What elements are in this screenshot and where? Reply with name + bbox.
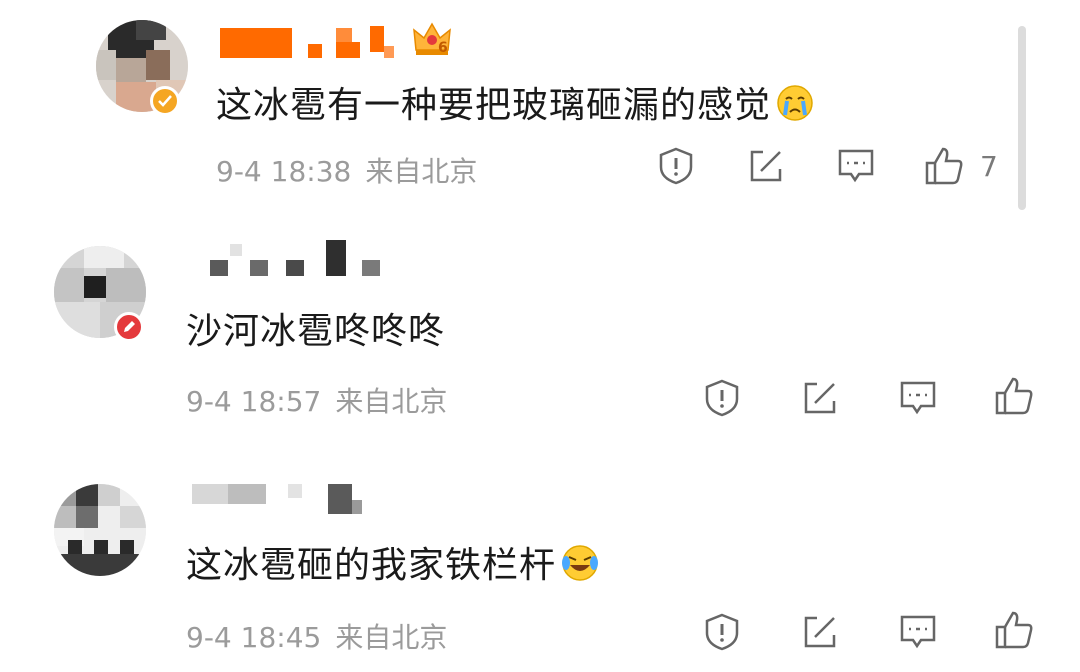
username-masked[interactable]: [192, 480, 382, 520]
reply-button[interactable]: [834, 144, 878, 188]
thumbs-up-icon: [995, 611, 1033, 649]
report-button[interactable]: [654, 144, 698, 188]
crown-level-icon: 6: [412, 20, 452, 58]
like-count: 7: [980, 150, 998, 183]
report-button[interactable]: [700, 610, 744, 654]
comment-text: 这冰雹砸的我家铁栏杆: [186, 536, 600, 592]
comment-icon: [900, 381, 936, 415]
like-button[interactable]: [922, 144, 966, 188]
like-button[interactable]: [992, 608, 1036, 652]
comment-meta: 9-4 18:38 来自北京: [216, 150, 477, 190]
comment-text: 这冰雹有一种要把玻璃砸漏的感觉: [216, 76, 815, 132]
avatar[interactable]: [54, 484, 146, 576]
comment-time: 9-4 18:45: [186, 621, 322, 654]
comment-meta: 9-4 18:45 来自北京: [186, 616, 447, 656]
share-button[interactable]: [744, 144, 788, 188]
comment-location: 来自北京: [335, 385, 448, 418]
scrollbar[interactable]: [1018, 26, 1026, 210]
comment-time: 9-4 18:38: [216, 155, 352, 188]
crown-level-number: 6: [438, 40, 448, 56]
thumbs-up-icon: [995, 377, 1033, 415]
crying-face-icon: [775, 83, 815, 132]
comment-icon: [838, 149, 874, 183]
reply-button[interactable]: [896, 376, 940, 420]
share-icon: [750, 150, 782, 182]
comment-text: 沙河冰雹咚咚咚: [186, 311, 446, 352]
comment-icon: [900, 615, 936, 649]
share-button[interactable]: [798, 376, 842, 420]
report-button[interactable]: [700, 376, 744, 420]
verified-badge-icon: [150, 86, 180, 116]
pencil-badge-icon: [114, 312, 144, 342]
reply-button[interactable]: [896, 610, 940, 654]
thumbs-up-icon: [925, 147, 963, 185]
comment-location: 来自北京: [365, 155, 478, 188]
share-button[interactable]: [798, 610, 842, 654]
comment-meta: 9-4 18:57 来自北京: [186, 380, 447, 420]
username-masked[interactable]: [210, 240, 390, 280]
laugh-cry-face-icon: [560, 543, 600, 592]
share-icon: [804, 382, 836, 414]
shield-alert-icon: [705, 379, 739, 417]
like-button[interactable]: [992, 374, 1036, 418]
comment-time: 9-4 18:57: [186, 385, 322, 418]
comment-location: 来自北京: [335, 621, 448, 654]
shield-alert-icon: [659, 147, 693, 185]
shield-alert-icon: [705, 613, 739, 651]
share-icon: [804, 616, 836, 648]
